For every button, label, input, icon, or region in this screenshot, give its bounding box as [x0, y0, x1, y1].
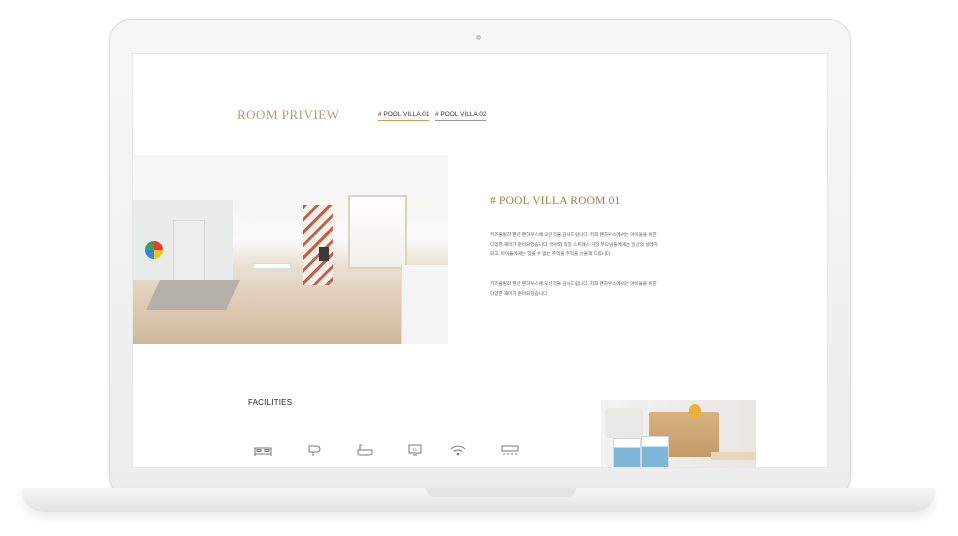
- photo-milk-pack: [613, 438, 641, 467]
- room-description-1: 키즈풀빌라 펜션 팬하우스에 오신것을 감사드립니다. 저희 팬하우스에서는 아…: [490, 232, 658, 256]
- bathtub-icon: [355, 443, 375, 457]
- tv-icon: TV: [405, 443, 425, 457]
- room-photo: [133, 155, 448, 344]
- air-conditioner-icon: [500, 443, 520, 457]
- photo-cup: [605, 408, 643, 438]
- photo-sponge: [689, 404, 701, 418]
- photo-rug: [146, 280, 240, 310]
- photo-tray: [711, 452, 756, 460]
- laptop-base: [22, 488, 936, 512]
- laptop-notch: [426, 488, 576, 497]
- photo-tv: [319, 247, 329, 261]
- room-preview-title: ROOM PRIVIEW: [237, 107, 340, 122]
- photo-table: [253, 263, 291, 269]
- tab-pool-villa-02[interactable]: # POOL VILLA 02: [435, 111, 487, 121]
- room-description-2: 키즈풀빌라 펜션 팬하우스에 오신것을 감사드립니다. 저희 팬하우스에서는 아…: [490, 281, 657, 296]
- amenity-photo: [601, 400, 756, 467]
- webcam: [476, 35, 481, 40]
- tab-pool-villa-01[interactable]: # POOL VILLA 01: [378, 111, 430, 121]
- photo-staircase: [303, 205, 333, 285]
- tv-icon-label: TV: [412, 447, 417, 452]
- photo-shelf: [401, 265, 448, 344]
- bed-icon: [253, 443, 273, 457]
- wifi-icon: [448, 443, 468, 457]
- room-heading: # POOL VILLA ROOM 01: [490, 195, 621, 207]
- photo-dartboard: [145, 241, 163, 259]
- photo-window: [348, 195, 407, 269]
- photo-ceiling: [133, 155, 448, 200]
- facilities-title: FACILITIES: [248, 398, 293, 407]
- hair-dryer-icon: [305, 443, 325, 457]
- screen: ROOM PRIVIEW # POOL VILLA 01 # POOL VILL…: [132, 53, 828, 468]
- photo-milk-pack: [641, 436, 669, 467]
